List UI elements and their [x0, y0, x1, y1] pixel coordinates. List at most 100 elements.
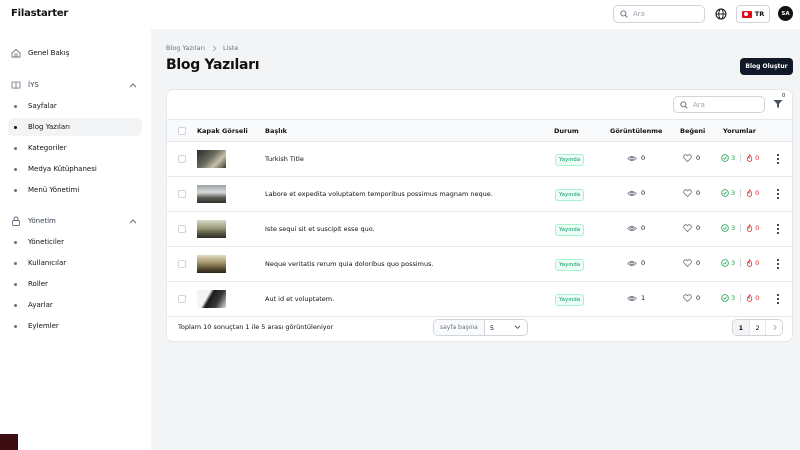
column-header-status[interactable]: Durum — [554, 127, 579, 135]
next-page-button[interactable] — [766, 320, 782, 335]
row-checkbox[interactable] — [178, 155, 186, 163]
approved-comments-count: 3 — [731, 154, 736, 162]
language-switcher[interactable]: TR — [736, 5, 770, 23]
sidebar-item-dashboard[interactable]: Genel Bakış — [11, 48, 69, 58]
table-row[interactable]: Iste sequi sit et suscipit esse quo. Yay… — [167, 212, 792, 247]
row-checkbox[interactable] — [178, 295, 186, 303]
cover-image — [197, 255, 226, 273]
post-title[interactable]: Neque veritatis rerum quia doloribus quo… — [265, 260, 434, 268]
sidebar-group-label: Yönetim — [28, 217, 56, 225]
likes-count: 0 — [696, 294, 701, 302]
breadcrumb-parent[interactable]: Blog Yazıları — [166, 44, 205, 52]
likes-cell: 0 — [683, 154, 700, 162]
sidebar-group-iys[interactable]: İYS — [11, 80, 137, 90]
comments-cell: 30 — [721, 154, 759, 162]
heart-icon — [683, 154, 692, 162]
page-button-1[interactable]: 1 — [733, 320, 750, 335]
debug-toolbar-toggle[interactable] — [0, 434, 18, 450]
page-button-2[interactable]: 2 — [750, 320, 767, 335]
sidebar-item-label: Sayfalar — [28, 102, 57, 110]
eye-icon — [627, 295, 637, 301]
bullet-icon — [14, 283, 17, 286]
sidebar: Genel Bakış İYS Sayfalar Blog Yazıları K… — [0, 29, 151, 450]
sidebar-item-label: Medya Kütüphanesi — [28, 165, 97, 173]
column-header-comments[interactable]: Yorumlar — [723, 127, 756, 135]
views-cell: 0 — [627, 154, 645, 162]
sidebar-item-admins[interactable]: Yöneticiler — [8, 233, 142, 251]
table-row[interactable]: Turkish Title Yayında 0 0 30 — [167, 142, 792, 177]
table-row[interactable]: Labore et expedita voluptatem temporibus… — [167, 177, 792, 212]
post-title[interactable]: Iste sequi sit et suscipit esse quo. — [265, 225, 375, 233]
per-page-select[interactable]: sayfa başına 5 — [433, 319, 528, 336]
rejected-comments-count: 0 — [755, 224, 760, 232]
sidebar-item-menu-management[interactable]: Menü Yönetimi — [8, 181, 142, 199]
cover-image — [197, 290, 226, 308]
sidebar-item-actions[interactable]: Eylemler — [8, 317, 142, 335]
bullet-icon — [14, 304, 17, 307]
more-actions-icon[interactable] — [775, 258, 781, 270]
comments-cell: 30 — [721, 189, 759, 197]
sidebar-item-roles[interactable]: Roller — [8, 275, 142, 293]
sidebar-item-pages[interactable]: Sayfalar — [8, 97, 142, 115]
column-header-cover[interactable]: Kapak Görseli — [197, 127, 248, 135]
filter-icon[interactable] — [773, 99, 783, 109]
chevron-right-icon — [773, 324, 777, 331]
column-header-title[interactable]: Başlık — [265, 127, 287, 135]
sidebar-item-label: Roller — [28, 280, 48, 288]
divider — [740, 189, 742, 197]
globe-icon[interactable] — [715, 8, 727, 20]
status-badge: Yayında — [555, 294, 585, 306]
table-search-input[interactable]: Ara — [673, 96, 765, 113]
create-blog-button[interactable]: Blog Oluştur — [740, 58, 793, 75]
fire-icon — [747, 154, 753, 162]
user-avatar[interactable]: SA — [778, 6, 793, 21]
sidebar-item-label: Genel Bakış — [28, 49, 70, 57]
row-checkbox[interactable] — [178, 190, 186, 198]
more-actions-icon[interactable] — [775, 153, 781, 165]
post-title[interactable]: Labore et expedita voluptatem temporibus… — [265, 190, 493, 198]
sidebar-item-users[interactable]: Kullanıcılar — [8, 254, 142, 272]
sidebar-item-blog-posts[interactable]: Blog Yazıları — [8, 118, 142, 136]
post-title[interactable]: Aut id et voluptatem. — [265, 295, 334, 303]
more-actions-icon[interactable] — [775, 188, 781, 200]
sidebar-item-settings[interactable]: Ayarlar — [8, 296, 142, 314]
bullet-icon — [14, 105, 17, 108]
chevron-up-icon[interactable] — [129, 218, 137, 224]
cover-image — [197, 220, 226, 238]
likes-count: 0 — [696, 154, 701, 162]
table-row[interactable]: Aut id et voluptatem. Yayında 1 0 30 — [167, 282, 792, 317]
more-actions-icon[interactable] — [775, 223, 781, 235]
sidebar-item-categories[interactable]: Kategoriler — [8, 139, 142, 157]
select-all-checkbox[interactable] — [178, 127, 186, 135]
per-page-value: 5 — [489, 323, 494, 332]
global-search-input[interactable]: Ara — [613, 5, 705, 23]
row-checkbox[interactable] — [178, 225, 186, 233]
column-header-views[interactable]: Görüntülenme — [610, 127, 662, 135]
post-title[interactable]: Turkish Title — [265, 155, 304, 163]
table-row[interactable]: Neque veritatis rerum quia doloribus quo… — [167, 247, 792, 282]
approved-comments-count: 3 — [731, 294, 736, 302]
approved-comments-count: 3 — [731, 224, 736, 232]
views-count: 0 — [641, 224, 646, 232]
check-circle-icon — [721, 259, 729, 267]
eye-icon — [627, 225, 637, 231]
comments-cell: 30 — [721, 224, 759, 232]
fire-icon — [747, 189, 753, 197]
top-bar: Filastarter Ara TR SA — [0, 0, 800, 29]
cover-image — [197, 150, 226, 168]
brand-logo[interactable]: Filastarter — [11, 8, 68, 19]
more-actions-icon[interactable] — [775, 293, 781, 305]
column-header-likes[interactable]: Beğeni — [680, 127, 705, 135]
eye-icon — [627, 155, 637, 161]
fire-icon — [747, 259, 753, 267]
sidebar-group-management[interactable]: Yönetim — [11, 216, 137, 226]
pagination: 1 2 — [732, 319, 783, 336]
views-cell: 0 — [627, 224, 645, 232]
status-badge: Yayında — [555, 259, 585, 271]
row-checkbox[interactable] — [178, 260, 186, 268]
likes-count: 0 — [696, 259, 701, 267]
chevron-up-icon[interactable] — [129, 82, 137, 88]
turkish-flag-icon — [741, 10, 752, 18]
sidebar-item-media-library[interactable]: Medya Kütüphanesi — [8, 160, 142, 178]
likes-count: 0 — [696, 189, 701, 197]
